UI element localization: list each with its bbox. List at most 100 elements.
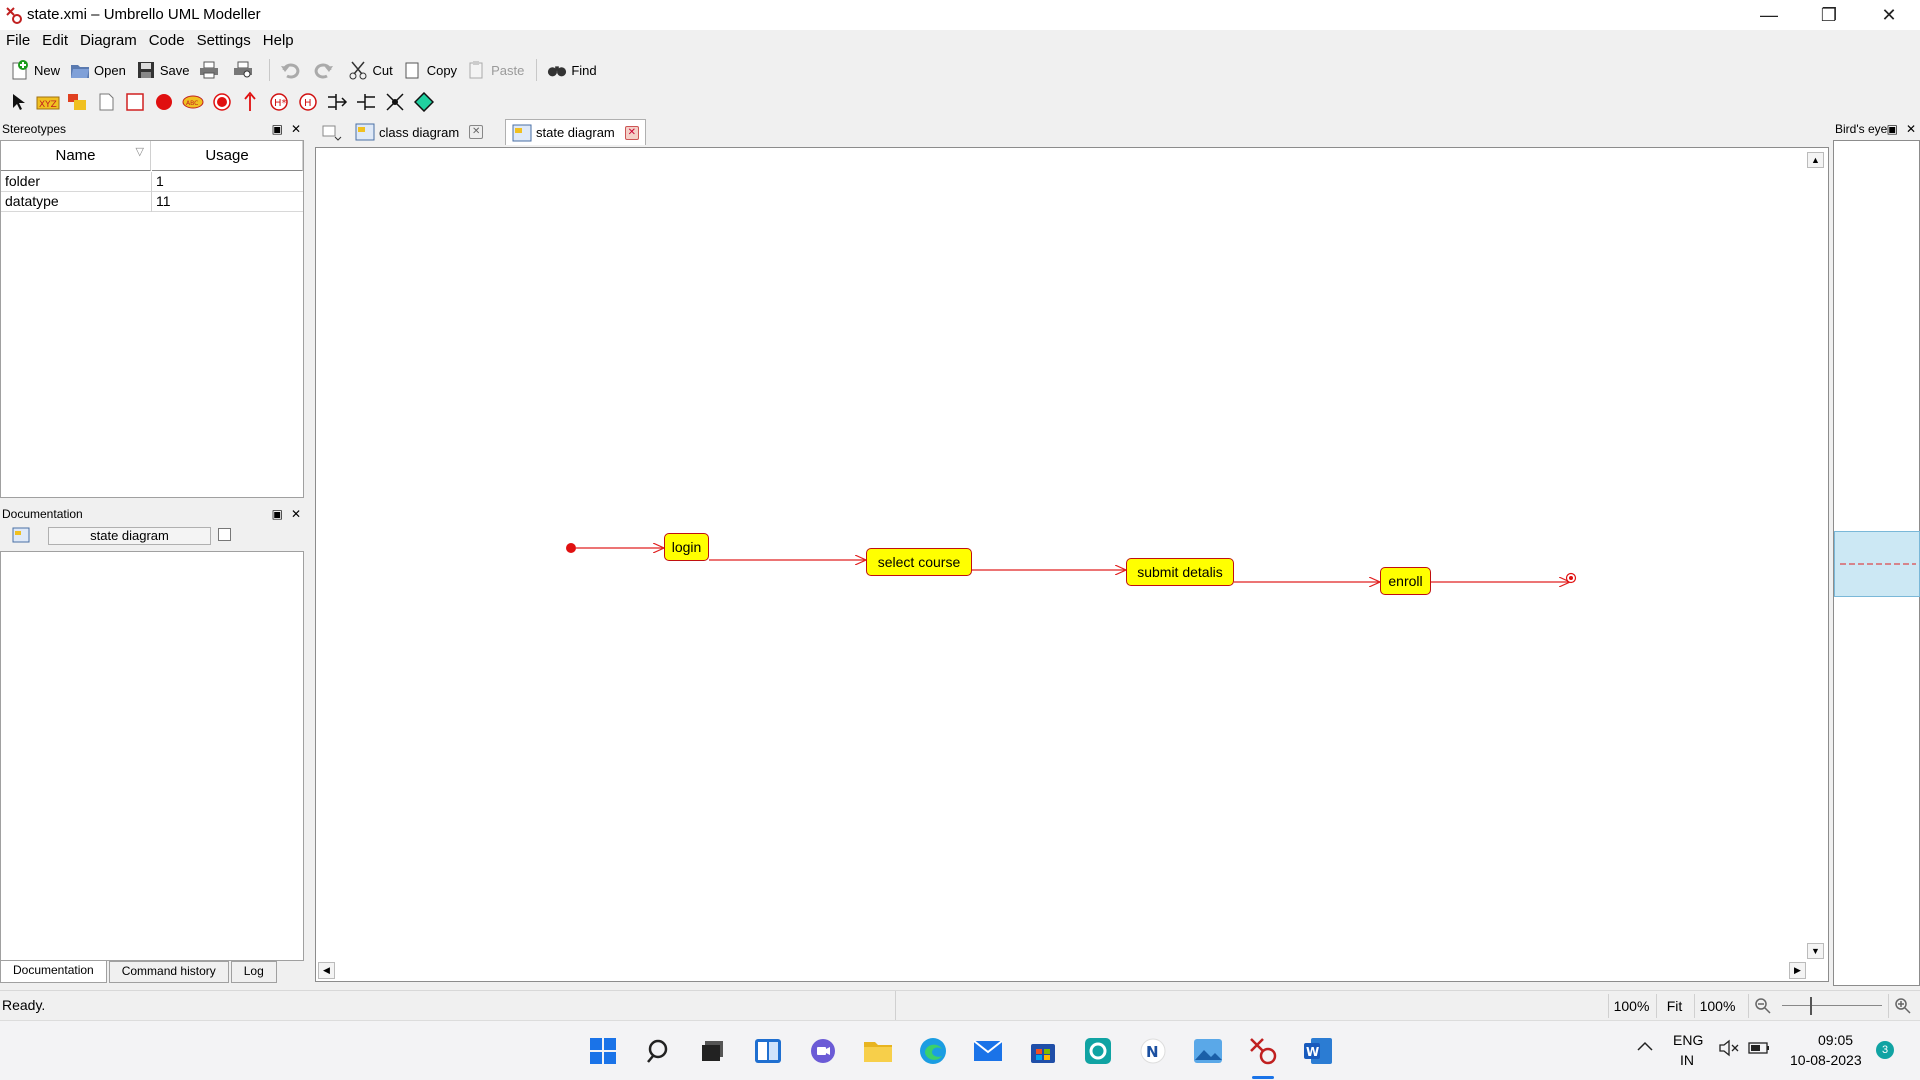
new-tab-button[interactable]: [315, 119, 349, 145]
word-button[interactable]: W: [1302, 1035, 1334, 1067]
scroll-down-button[interactable]: ▼: [1807, 943, 1824, 959]
scroll-right-button[interactable]: ▶: [1789, 962, 1806, 979]
choice-tool[interactable]: [411, 89, 437, 115]
deep-history-tool[interactable]: H*: [266, 89, 292, 115]
float-icon[interactable]: ▣: [1887, 120, 1898, 138]
menu-code[interactable]: Code: [143, 30, 191, 52]
birds-eye-viewport[interactable]: [1834, 531, 1920, 597]
speaker-muted-icon[interactable]: [1718, 1039, 1740, 1060]
copy-button[interactable]: Copy: [399, 57, 461, 83]
undo-button[interactable]: [276, 57, 308, 83]
close-icon[interactable]: ✕: [291, 120, 301, 138]
find-button[interactable]: Find: [543, 57, 600, 83]
state-enroll[interactable]: enroll: [1380, 567, 1431, 595]
redo-button[interactable]: [310, 57, 342, 83]
file-explorer-button[interactable]: [862, 1035, 894, 1067]
store-button[interactable]: [1027, 1035, 1059, 1067]
documentation-checkbox[interactable]: [218, 528, 231, 541]
text-line-tool[interactable]: XYZ: [35, 89, 61, 115]
menu-help[interactable]: Help: [257, 30, 300, 52]
column-header-name[interactable]: Name ▽: [1, 141, 151, 171]
float-icon[interactable]: ▣: [272, 505, 283, 523]
diagram-canvas[interactable]: login select course submit detalis enrol…: [315, 147, 1829, 982]
active-app-indicator: [1252, 1076, 1274, 1079]
join-tool[interactable]: [324, 89, 350, 115]
tab-log[interactable]: Log: [230, 961, 277, 983]
note-tool[interactable]: [64, 89, 90, 115]
start-button[interactable]: [587, 1035, 619, 1067]
clock-date[interactable]: 10-08-2023: [1790, 1052, 1862, 1068]
edge-browser-button[interactable]: [917, 1035, 949, 1067]
table-row[interactable]: folder 1: [1, 172, 303, 192]
menu-diagram[interactable]: Diagram: [74, 30, 143, 52]
umbrello-taskbar-button[interactable]: [1247, 1035, 1279, 1067]
scissors-icon: [348, 60, 368, 80]
language-indicator[interactable]: ENG: [1673, 1032, 1703, 1048]
close-tab-icon[interactable]: ✕: [469, 125, 484, 139]
zoom-in-button[interactable]: [1888, 994, 1916, 1018]
column-header-usage[interactable]: Usage: [152, 141, 303, 171]
save-button[interactable]: Save: [132, 57, 194, 83]
state-transition-tool[interactable]: [238, 89, 264, 115]
close-tab-icon[interactable]: ✕: [624, 125, 639, 140]
close-icon[interactable]: ✕: [291, 505, 301, 523]
junction-icon: [386, 93, 404, 111]
battery-charging-icon[interactable]: [1747, 1039, 1771, 1060]
mail-button[interactable]: [972, 1035, 1004, 1067]
documentation-text-area[interactable]: [0, 551, 304, 961]
close-button[interactable]: ✕: [1860, 0, 1918, 30]
scroll-left-button[interactable]: ◀: [318, 962, 335, 979]
zoom-slider[interactable]: [1780, 995, 1884, 1017]
state-submit-detalis[interactable]: submit detalis: [1126, 558, 1234, 586]
photos-button[interactable]: [1192, 1035, 1224, 1067]
zoom-out-button[interactable]: [1748, 994, 1776, 1018]
tab-command-history[interactable]: Command history: [108, 961, 229, 983]
fit-button[interactable]: Fit: [1656, 994, 1692, 1018]
table-row[interactable]: datatype 11: [1, 192, 303, 212]
paste-button[interactable]: Paste: [463, 57, 528, 83]
print-button[interactable]: [195, 57, 227, 83]
new-button[interactable]: New: [6, 57, 64, 83]
tab-documentation[interactable]: Documentation: [0, 961, 107, 983]
state-login[interactable]: login: [664, 533, 709, 561]
tab-state-diagram[interactable]: state diagram ✕: [505, 119, 646, 145]
windows-logo-icon: [590, 1038, 616, 1064]
rectangle-icon: [125, 93, 144, 111]
scroll-up-button[interactable]: ▲: [1807, 152, 1824, 168]
app-button-teal[interactable]: [1082, 1035, 1114, 1067]
clock-time[interactable]: 09:05: [1818, 1032, 1853, 1048]
end-state-tool[interactable]: [209, 89, 235, 115]
floppy-disk-icon: [136, 60, 156, 80]
minimize-button[interactable]: —: [1740, 0, 1798, 30]
tray-chevron-up-icon[interactable]: [1636, 1039, 1654, 1056]
state-tool[interactable]: ABC: [180, 89, 206, 115]
search-button[interactable]: [642, 1035, 674, 1067]
open-button[interactable]: Open: [66, 57, 130, 83]
fork-tool[interactable]: [353, 89, 379, 115]
state-select-course[interactable]: select course: [866, 548, 972, 576]
restore-button[interactable]: ❐: [1800, 0, 1858, 30]
birds-eye-view[interactable]: [1833, 140, 1920, 986]
shallow-history-tool[interactable]: H: [295, 89, 321, 115]
initial-state-tool[interactable]: [151, 89, 177, 115]
menu-settings[interactable]: Settings: [191, 30, 257, 52]
float-icon[interactable]: ▣: [272, 120, 283, 138]
menu-file[interactable]: File: [0, 30, 36, 52]
anchor-tool[interactable]: [93, 89, 119, 115]
teams-chat-button[interactable]: [807, 1035, 839, 1067]
print-preview-button[interactable]: [229, 57, 261, 83]
documentation-diagram-name: state diagram: [48, 527, 211, 545]
app-button-n[interactable]: N: [1137, 1035, 1169, 1067]
tab-class-diagram[interactable]: class diagram ✕: [349, 119, 489, 145]
box-tool[interactable]: [122, 89, 148, 115]
zoom-slider-handle[interactable]: [1810, 997, 1812, 1015]
cut-button[interactable]: Cut: [344, 57, 396, 83]
close-icon[interactable]: ✕: [1906, 120, 1916, 138]
menu-edit[interactable]: Edit: [36, 30, 74, 52]
task-view-button[interactable]: [697, 1035, 729, 1067]
select-arrow-tool[interactable]: [6, 89, 32, 115]
junction-tool[interactable]: [382, 89, 408, 115]
zoom-input[interactable]: 100%: [1694, 994, 1740, 1018]
notification-badge[interactable]: 3: [1876, 1041, 1894, 1059]
widgets-button[interactable]: [752, 1035, 784, 1067]
